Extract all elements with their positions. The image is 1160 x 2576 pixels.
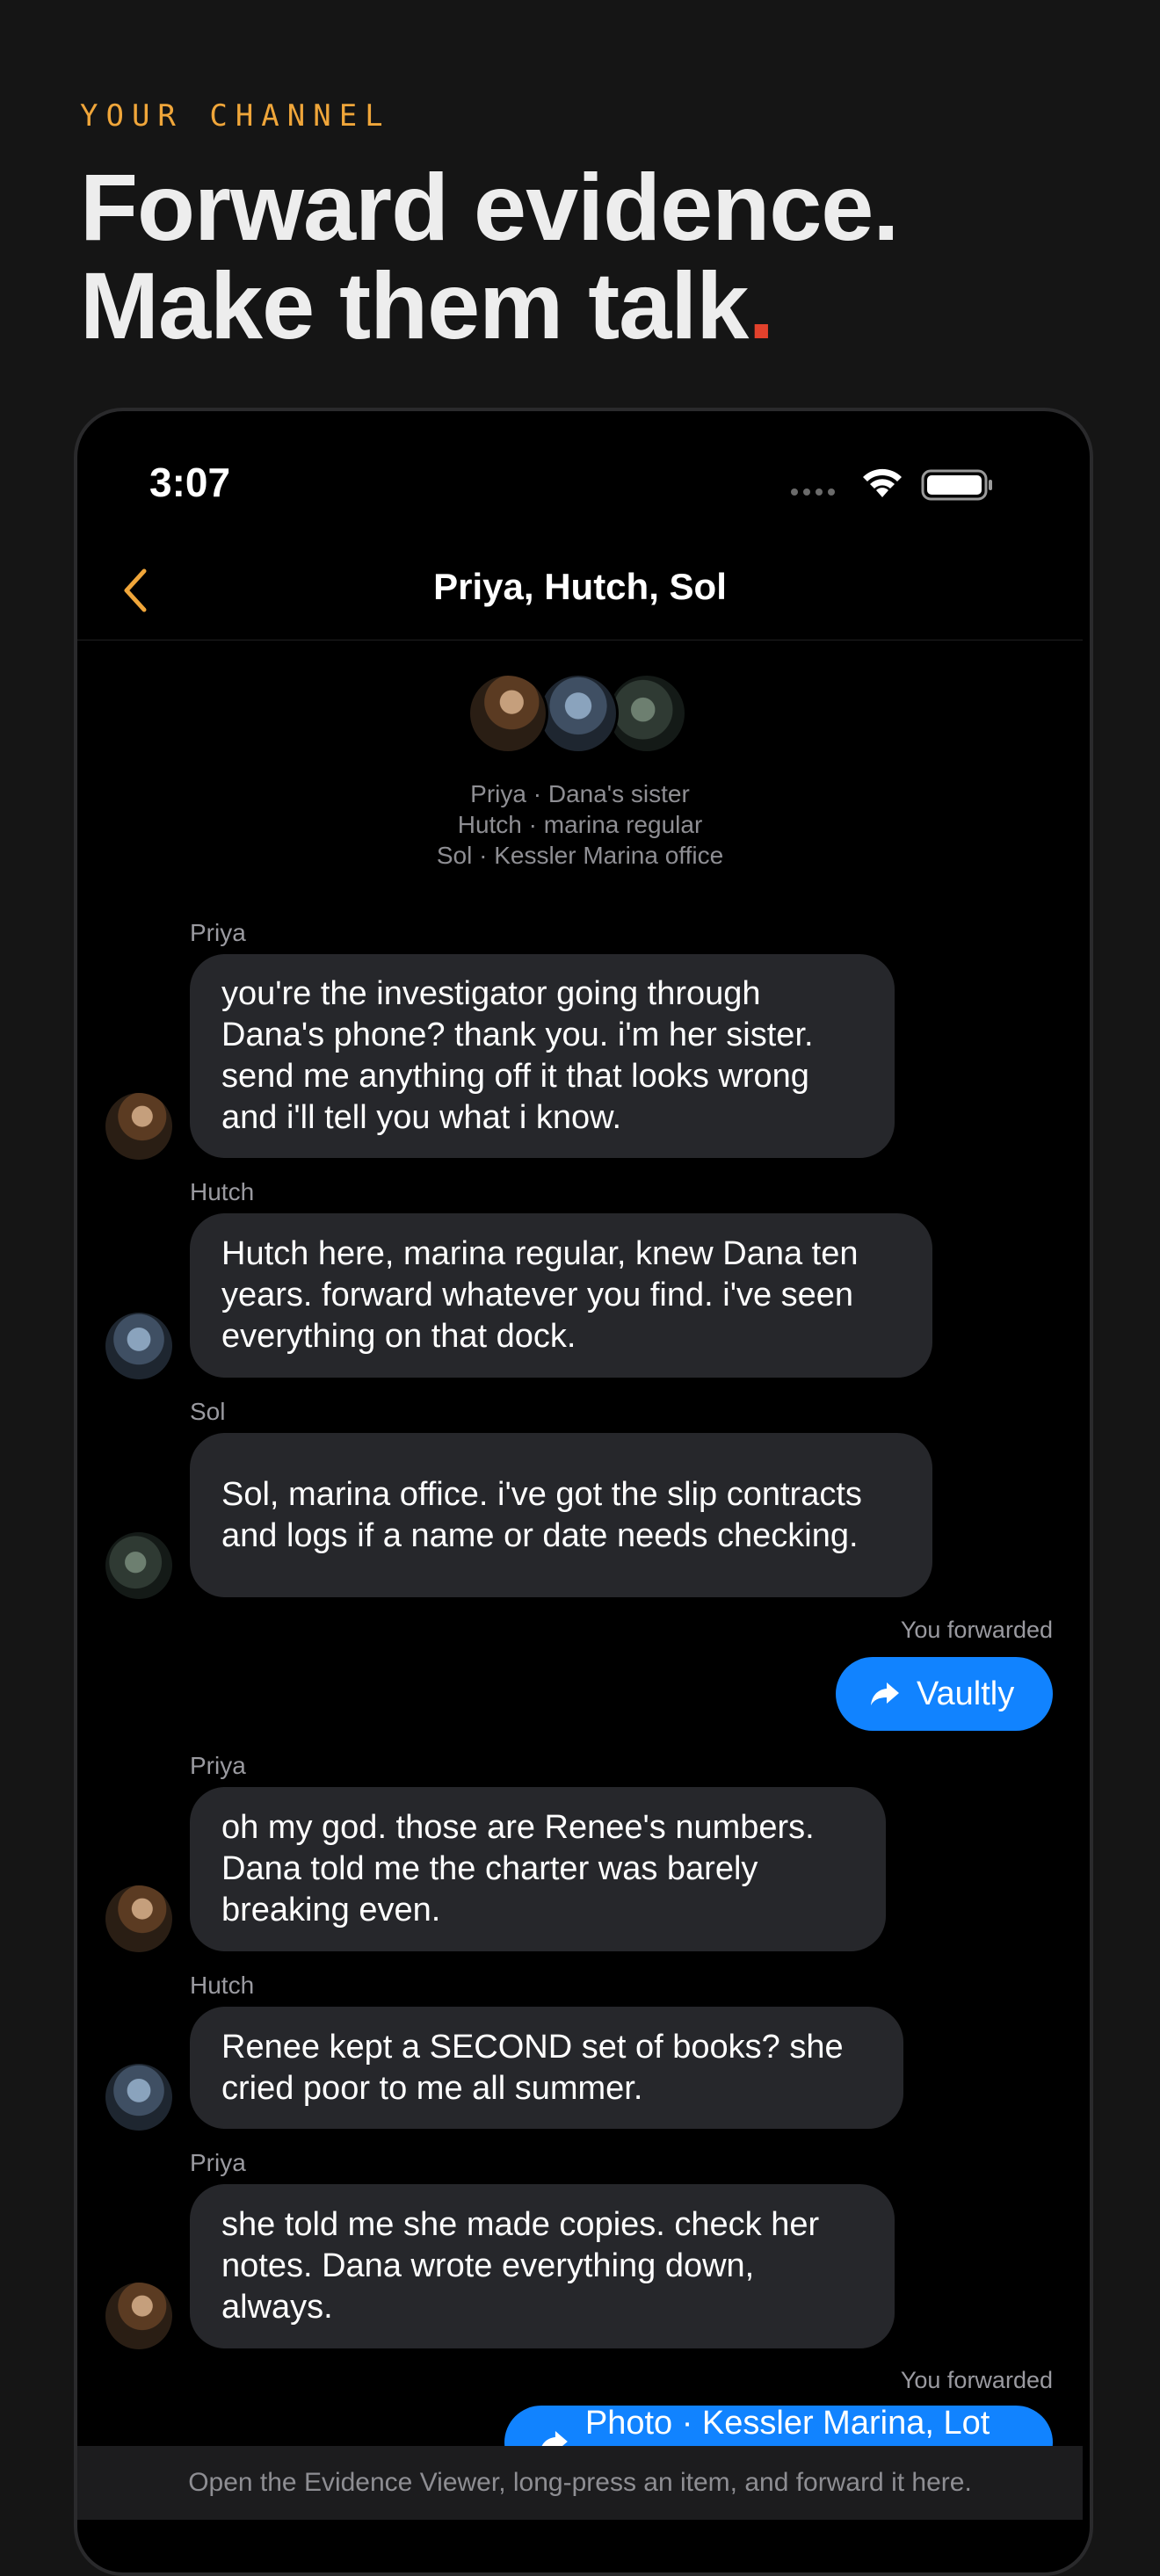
message-bubble[interactable]: Hutch here, marina regular, knew Dana te… <box>190 1213 932 1378</box>
headline-accent-dot: . <box>748 252 774 358</box>
forwarded-item-name: Vaultly <box>917 1675 1015 1712</box>
message-sender: Hutch <box>190 1178 255 1205</box>
forwarded-label: You forwarded <box>900 2367 1053 2393</box>
avatar-hutch <box>538 673 619 754</box>
conversation-title: Priya, Hutch, Sol <box>433 566 727 607</box>
message-sender: Sol <box>190 1398 226 1425</box>
kicker-label: YOUR CHANNEL <box>80 98 391 134</box>
message-bubble[interactable]: Renee kept a SECOND set of books? she cr… <box>190 2007 903 2129</box>
headline-line-1: Forward evidence. <box>80 154 899 260</box>
headline-line-2-text: Make them talk <box>80 252 749 358</box>
avatar-sol[interactable] <box>105 1532 172 1599</box>
forwarded-label: You forwarded <box>900 1617 1053 1643</box>
message-text: Sol, marina office. i've got the slip co… <box>221 1475 862 1554</box>
message-sender: Priya <box>190 919 246 946</box>
message-text: Renee kept a SECOND set of books? she cr… <box>221 2028 844 2107</box>
forwarded-item-bubble[interactable]: Vaultly <box>836 1657 1053 1731</box>
message-bubble[interactable]: she told me she made copies. check her n… <box>190 2184 895 2348</box>
message-bubble[interactable]: Sol, marina office. i've got the slip co… <box>190 1433 932 1597</box>
group-avatars[interactable] <box>468 673 696 757</box>
message-sender: Priya <box>190 1752 246 1779</box>
message-sender: Priya <box>190 2149 246 2176</box>
participant-priya: Priya · Dana's sister <box>470 780 690 807</box>
wifi-icon <box>863 468 902 497</box>
avatar-priya[interactable] <box>105 2283 172 2349</box>
avatar-hutch[interactable] <box>105 1313 172 1379</box>
message-text: you're the investigator going through Da… <box>221 975 814 1136</box>
avatar-priya[interactable] <box>105 1885 172 1952</box>
message-text: she told me she made copies. check her n… <box>221 2206 820 2326</box>
battery-icon <box>921 469 992 501</box>
forward-arrow-icon <box>871 1682 899 1705</box>
avatar-priya <box>468 673 548 754</box>
message-bubble[interactable]: you're the investigator going through Da… <box>190 954 895 1158</box>
status-time: 3:07 <box>149 459 231 505</box>
participant-list: Priya · Dana's sister Hutch · marina reg… <box>0 778 1160 871</box>
message-sender: Hutch <box>190 1972 255 1999</box>
headline-line-2: Make them talk. <box>80 257 898 355</box>
avatar-hutch[interactable] <box>105 2064 172 2131</box>
avatar-priya[interactable] <box>105 1093 172 1160</box>
message-bubble[interactable]: oh my god. those are Renee's numbers. Da… <box>190 1787 886 1951</box>
footer-hint: Open the Evidence Viewer, long-press an … <box>77 2446 1083 2520</box>
message-text: Hutch here, marina regular, knew Dana te… <box>221 1235 859 1355</box>
page-headline: Forward evidence. Make them talk. <box>80 154 899 355</box>
message-text: oh my god. those are Renee's numbers. Da… <box>221 1809 815 1928</box>
participant-hutch: Hutch · marina regular <box>457 811 703 838</box>
participant-sol: Sol · Kessler Marina office <box>436 842 724 869</box>
signal-dots-icon <box>791 488 835 496</box>
